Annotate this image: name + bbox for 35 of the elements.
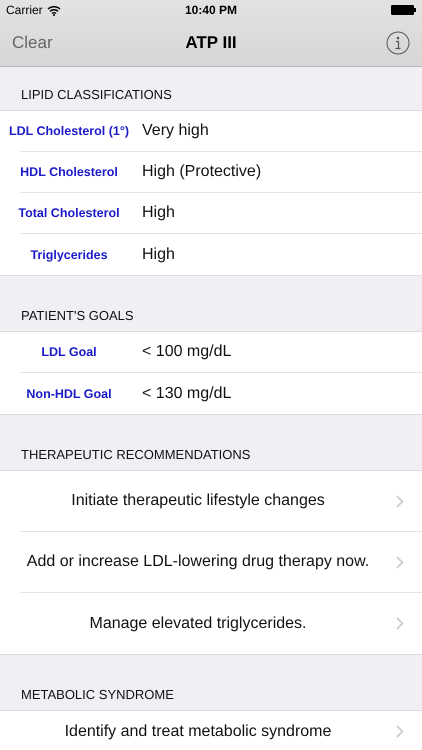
row-label: Non-HDL Goal [25,386,113,400]
carrier-label: Carrier [6,3,43,17]
row-label: HDL Cholesterol [19,165,119,179]
row-label: LDL Cholesterol (1°) [8,124,130,138]
info-icon[interactable] [386,31,410,55]
row-text: Add or increase LDL-lowering drug therapy now. [26,553,370,571]
table-row[interactable]: Manage elevated triglycerides. [20,593,422,654]
wifi-icon [46,4,61,16]
row-value: Very high [142,122,209,140]
section-header: METABOLIC SYNDROME [21,687,174,702]
row-text: Identify and treat metabolic syndrome [64,722,332,740]
row-label: LDL Goal [40,345,98,359]
nav-title: ATP III [185,33,237,53]
section-header: LIPID CLASSIFICATIONS [21,87,172,102]
chevron-icon [396,556,404,568]
table-row[interactable]: Initiate therapeutic lifestyle changes [20,471,422,532]
row-value: < 130 mg/dL [142,384,232,402]
section-header: THERAPEUTIC RECOMMENDATIONS [21,447,250,462]
row-text: Manage elevated triglycerides. [88,614,308,632]
chevron-icon [396,617,404,630]
table-row[interactable]: Add or increase LDL-lowering drug therapy now. [20,532,422,593]
table-row[interactable]: Identify and treat metabolic syndrome [20,711,422,750]
row-value: High [142,204,175,222]
row-value: < 100 mg/dL [142,343,232,361]
row-label: Triglycerides [29,248,109,262]
clear-button[interactable]: Clear [12,33,53,53]
section-header: PATIENT'S GOALS [21,308,134,323]
chevron-icon [396,494,404,508]
battery-icon [391,5,416,15]
row-text: Initiate therapeutic lifestyle changes [70,492,326,510]
row-value: High (Protective) [142,163,262,181]
time-label: 10:40 PM [184,3,238,17]
row-value: High [142,246,175,264]
chevron-icon [396,725,404,738]
row-label: Total Cholesterol [17,206,121,220]
